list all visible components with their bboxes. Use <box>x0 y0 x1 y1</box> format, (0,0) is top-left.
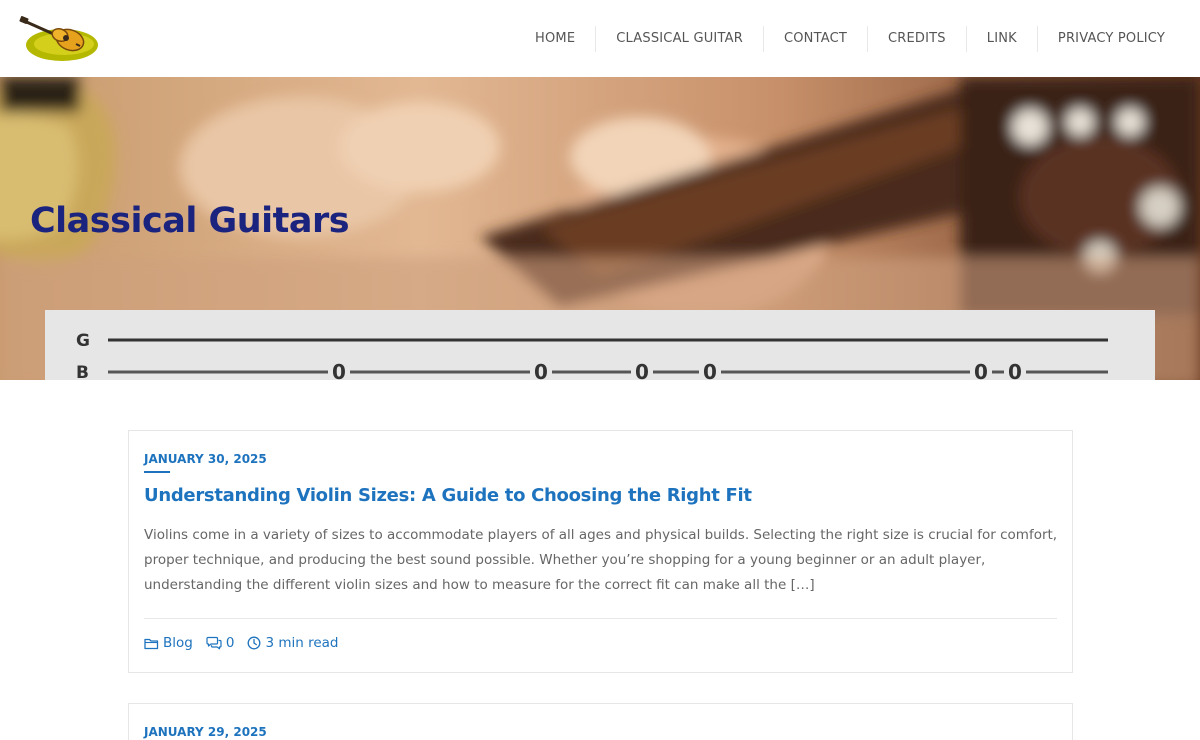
site-header: HOME CLASSICAL GUITAR CONTACT CREDITS LI… <box>0 0 1200 77</box>
folder-icon <box>144 638 159 649</box>
tab-note: 0 <box>974 360 988 380</box>
site-logo[interactable] <box>18 14 100 64</box>
post-comments-link[interactable]: 0 <box>206 635 235 651</box>
nav-contact[interactable]: CONTACT <box>762 25 867 52</box>
tab-string-g: G <box>76 331 90 351</box>
nav-privacy-policy[interactable]: PRIVACY POLICY <box>1036 25 1185 52</box>
post-title-link[interactable]: Understanding Violin Sizes: A Guide to C… <box>144 485 752 506</box>
comments-icon <box>206 636 222 650</box>
hero-banner: G B 0 0 0 0 0 0 Classical Guitars <box>0 77 1200 380</box>
guitar-logo-icon <box>19 16 98 61</box>
post-date[interactable]: JANUARY 29, 2025 <box>144 725 267 739</box>
post-category-label: Blog <box>163 635 193 651</box>
post-excerpt: Violins come in a variety of sizes to ac… <box>144 527 1058 593</box>
tab-note: 0 <box>332 360 346 380</box>
tab-note: 0 <box>1008 360 1022 380</box>
post-card: JANUARY 29, 2025 <box>128 703 1073 740</box>
read-time-label: 3 min read <box>265 635 339 651</box>
page-title: Classical Guitars <box>30 201 350 241</box>
post-category-link[interactable]: Blog <box>144 635 193 651</box>
post-comment-count: 0 <box>225 635 235 651</box>
nav-link[interactable]: LINK <box>965 25 1037 52</box>
clock-icon <box>247 636 261 650</box>
post-meta: Blog 0 3 min read <box>144 635 351 651</box>
card-divider <box>144 618 1057 619</box>
nav-credits[interactable]: CREDITS <box>867 25 966 52</box>
tab-string-b: B <box>76 363 89 380</box>
date-underline <box>144 471 170 473</box>
tab-note: 0 <box>635 360 649 380</box>
post-card: JANUARY 30, 2025 Understanding Violin Si… <box>128 430 1073 673</box>
tab-note: 0 <box>703 360 717 380</box>
post-read-time: 3 min read <box>247 635 338 651</box>
post-date[interactable]: JANUARY 30, 2025 <box>144 452 267 466</box>
nav-home[interactable]: HOME <box>515 26 595 52</box>
nav-classical-guitar[interactable]: CLASSICAL GUITAR <box>595 25 763 52</box>
main-nav: HOME CLASSICAL GUITAR CONTACT CREDITS LI… <box>515 0 1185 77</box>
tab-note: 0 <box>534 360 548 380</box>
